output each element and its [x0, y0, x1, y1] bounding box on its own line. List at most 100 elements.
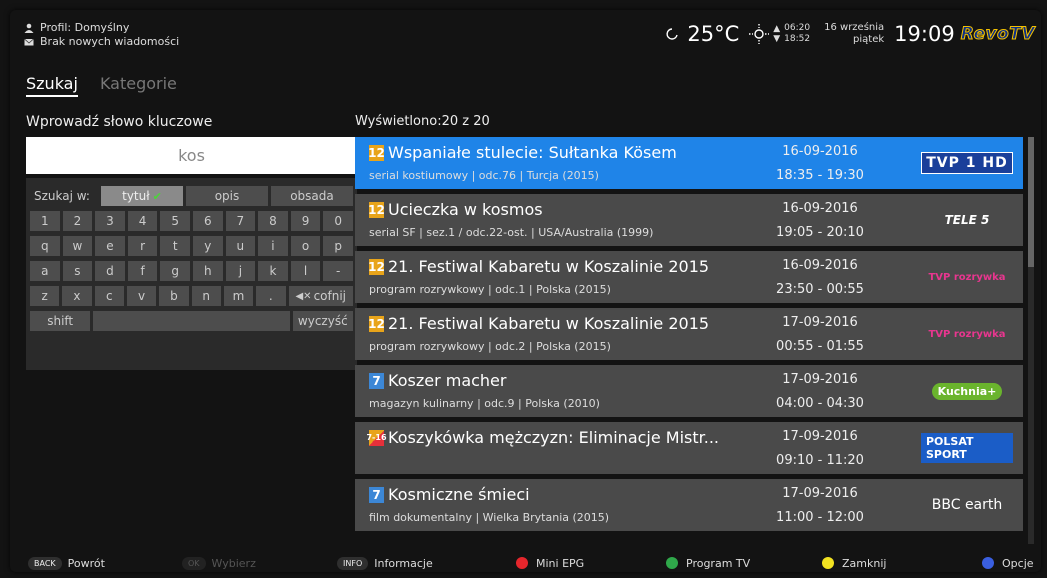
green-button-hint[interactable]: Program TV [666, 557, 750, 570]
backspace-label: cofnij [313, 289, 346, 303]
key[interactable]: j [225, 261, 256, 281]
clear-button[interactable]: wyczyść [292, 311, 353, 331]
temperature-value: 25°C [687, 22, 740, 46]
key[interactable]: o [290, 236, 321, 256]
key[interactable]: i [258, 236, 288, 256]
key[interactable]: c [94, 286, 124, 306]
profile-label: Profil: Domyślny [40, 21, 130, 34]
results-scrollbar[interactable] [1028, 137, 1034, 544]
key[interactable]: n [191, 286, 221, 306]
key[interactable]: 9 [290, 211, 321, 231]
key[interactable]: h [192, 261, 223, 281]
key[interactable]: 8 [258, 211, 288, 231]
date-display: 16 września piątek [824, 22, 884, 46]
result-item[interactable]: 12 Ucieczka w kosmos serial SF | sez.1 / … [355, 194, 1023, 246]
result-item[interactable]: 7 Kosmiczne śmieci film dokumentalny | Wi… [355, 479, 1023, 531]
key[interactable]: u [225, 236, 256, 256]
key[interactable]: 1 [30, 211, 60, 231]
key[interactable]: z [30, 286, 60, 306]
yellow-button-hint[interactable]: Zamknij [822, 557, 886, 570]
key[interactable]: d [95, 261, 125, 281]
key[interactable]: s [62, 261, 93, 281]
back-hint[interactable]: BACK Powrót [28, 556, 105, 570]
key[interactable]: q [30, 236, 60, 256]
space-key[interactable] [93, 311, 290, 331]
program-meta: magazyn kulinarny | odc.9 | Polska (2010… [369, 397, 600, 410]
shift-button[interactable]: shift [30, 311, 91, 331]
key[interactable]: l [290, 261, 321, 281]
key[interactable]: v [126, 286, 157, 306]
program-title: 21. Festiwal Kabaretu w Koszalinie 2015 [388, 314, 710, 333]
tab-bar: Szukaj Kategorie [26, 74, 177, 97]
blue-label: Opcje [1002, 556, 1034, 570]
age-rating-7-icon: 7 [369, 486, 384, 503]
key[interactable]: a [30, 261, 60, 281]
key[interactable]: x [62, 286, 92, 306]
scrollbar-thumb[interactable] [1028, 137, 1034, 267]
blue-button-hint[interactable]: Opcje [982, 557, 1034, 570]
key[interactable]: 0 [323, 211, 353, 231]
green-button-icon [666, 557, 678, 569]
ok-key-badge: OK [182, 556, 206, 570]
key[interactable]: m [223, 286, 254, 306]
backspace-button[interactable]: ◀✕ cofnij [288, 286, 353, 306]
program-date: 16-09-2016 [782, 258, 858, 273]
key[interactable]: 5 [160, 211, 190, 231]
filter-title-button[interactable]: tytuł ✔ [101, 186, 183, 206]
search-input[interactable]: kos [26, 137, 357, 174]
key[interactable]: g [160, 261, 190, 281]
tvp-rozrywka-logo: TVP rozrywka [921, 318, 1013, 350]
results-count: Wyświetlono:20 z 20 [355, 114, 490, 129]
red-button-icon [516, 557, 528, 569]
key[interactable]: 4 [127, 211, 158, 231]
age-rating-12-icon: 12 [368, 315, 385, 332]
weather-moon-icon [666, 28, 679, 40]
keyword-label: Wprowadź słowo kluczowe [26, 114, 213, 130]
red-button-hint[interactable]: Mini EPG [516, 557, 584, 570]
result-item[interactable]: 7-16 Koszykówka mężczyzn: Eliminacje Mist… [355, 422, 1023, 474]
sunrise-time: 06:20 [784, 23, 811, 33]
filter-title-label: tytuł [122, 189, 150, 203]
channel-name: POLSAT SPORT [921, 433, 1013, 463]
result-item[interactable]: 12 21. Festiwal Kabaretu w Koszalinie 201… [355, 308, 1023, 360]
polsat-sport-logo: POLSAT SPORT [921, 432, 1013, 464]
blue-button-icon [982, 557, 994, 569]
key[interactable]: . [256, 286, 286, 306]
key[interactable]: 6 [192, 211, 223, 231]
result-item[interactable]: 12 Wspaniałe stulecie: Sułtanka Kösem ser… [355, 137, 1023, 189]
key[interactable]: e [95, 236, 125, 256]
key[interactable]: - [323, 261, 353, 281]
key[interactable]: t [160, 236, 190, 256]
key[interactable]: y [192, 236, 223, 256]
tab-search[interactable]: Szukaj [26, 74, 78, 97]
key[interactable]: k [258, 261, 288, 281]
key[interactable]: 7 [225, 211, 256, 231]
filter-cast-button[interactable]: obsada [271, 186, 353, 206]
program-date: 17-09-2016 [782, 372, 858, 387]
info-hint[interactable]: INFO Informacje [337, 556, 433, 570]
ok-hint[interactable]: OK Wybierz [182, 556, 256, 570]
program-date: 16-09-2016 [782, 144, 858, 159]
key[interactable]: 2 [62, 211, 93, 231]
key[interactable]: r [127, 236, 158, 256]
messages-label: Brak nowych wiadomości [40, 35, 180, 48]
key[interactable]: w [62, 236, 93, 256]
program-date: 17-09-2016 [782, 315, 858, 330]
tab-categories[interactable]: Kategorie [100, 74, 177, 97]
red-label: Mini EPG [536, 556, 585, 570]
keyboard-row-digits: 1 2 3 4 5 6 7 8 9 0 [30, 211, 353, 231]
channel-name: BBC earth [931, 497, 1003, 513]
key[interactable]: 3 [95, 211, 125, 231]
key[interactable]: f [127, 261, 158, 281]
result-item[interactable]: 12 21. Festiwal Kabaretu w Koszalinie 201… [355, 251, 1023, 303]
program-time: 11:00 - 12:00 [776, 510, 864, 525]
filter-description-button[interactable]: opis [186, 186, 268, 206]
program-title: Koszykówka mężczyzn: Eliminacje Mistr... [388, 428, 720, 447]
date-day: 16 września [824, 22, 885, 33]
key[interactable]: p [323, 236, 353, 256]
key[interactable]: b [159, 286, 189, 306]
program-time: 18:35 - 19:30 [776, 168, 864, 183]
channel-name: TVP 1 HD [921, 152, 1013, 174]
result-item[interactable]: 7 Koszer macher magazyn kulinarny | odc.9… [355, 365, 1023, 417]
date-weekday: piątek [853, 34, 885, 45]
